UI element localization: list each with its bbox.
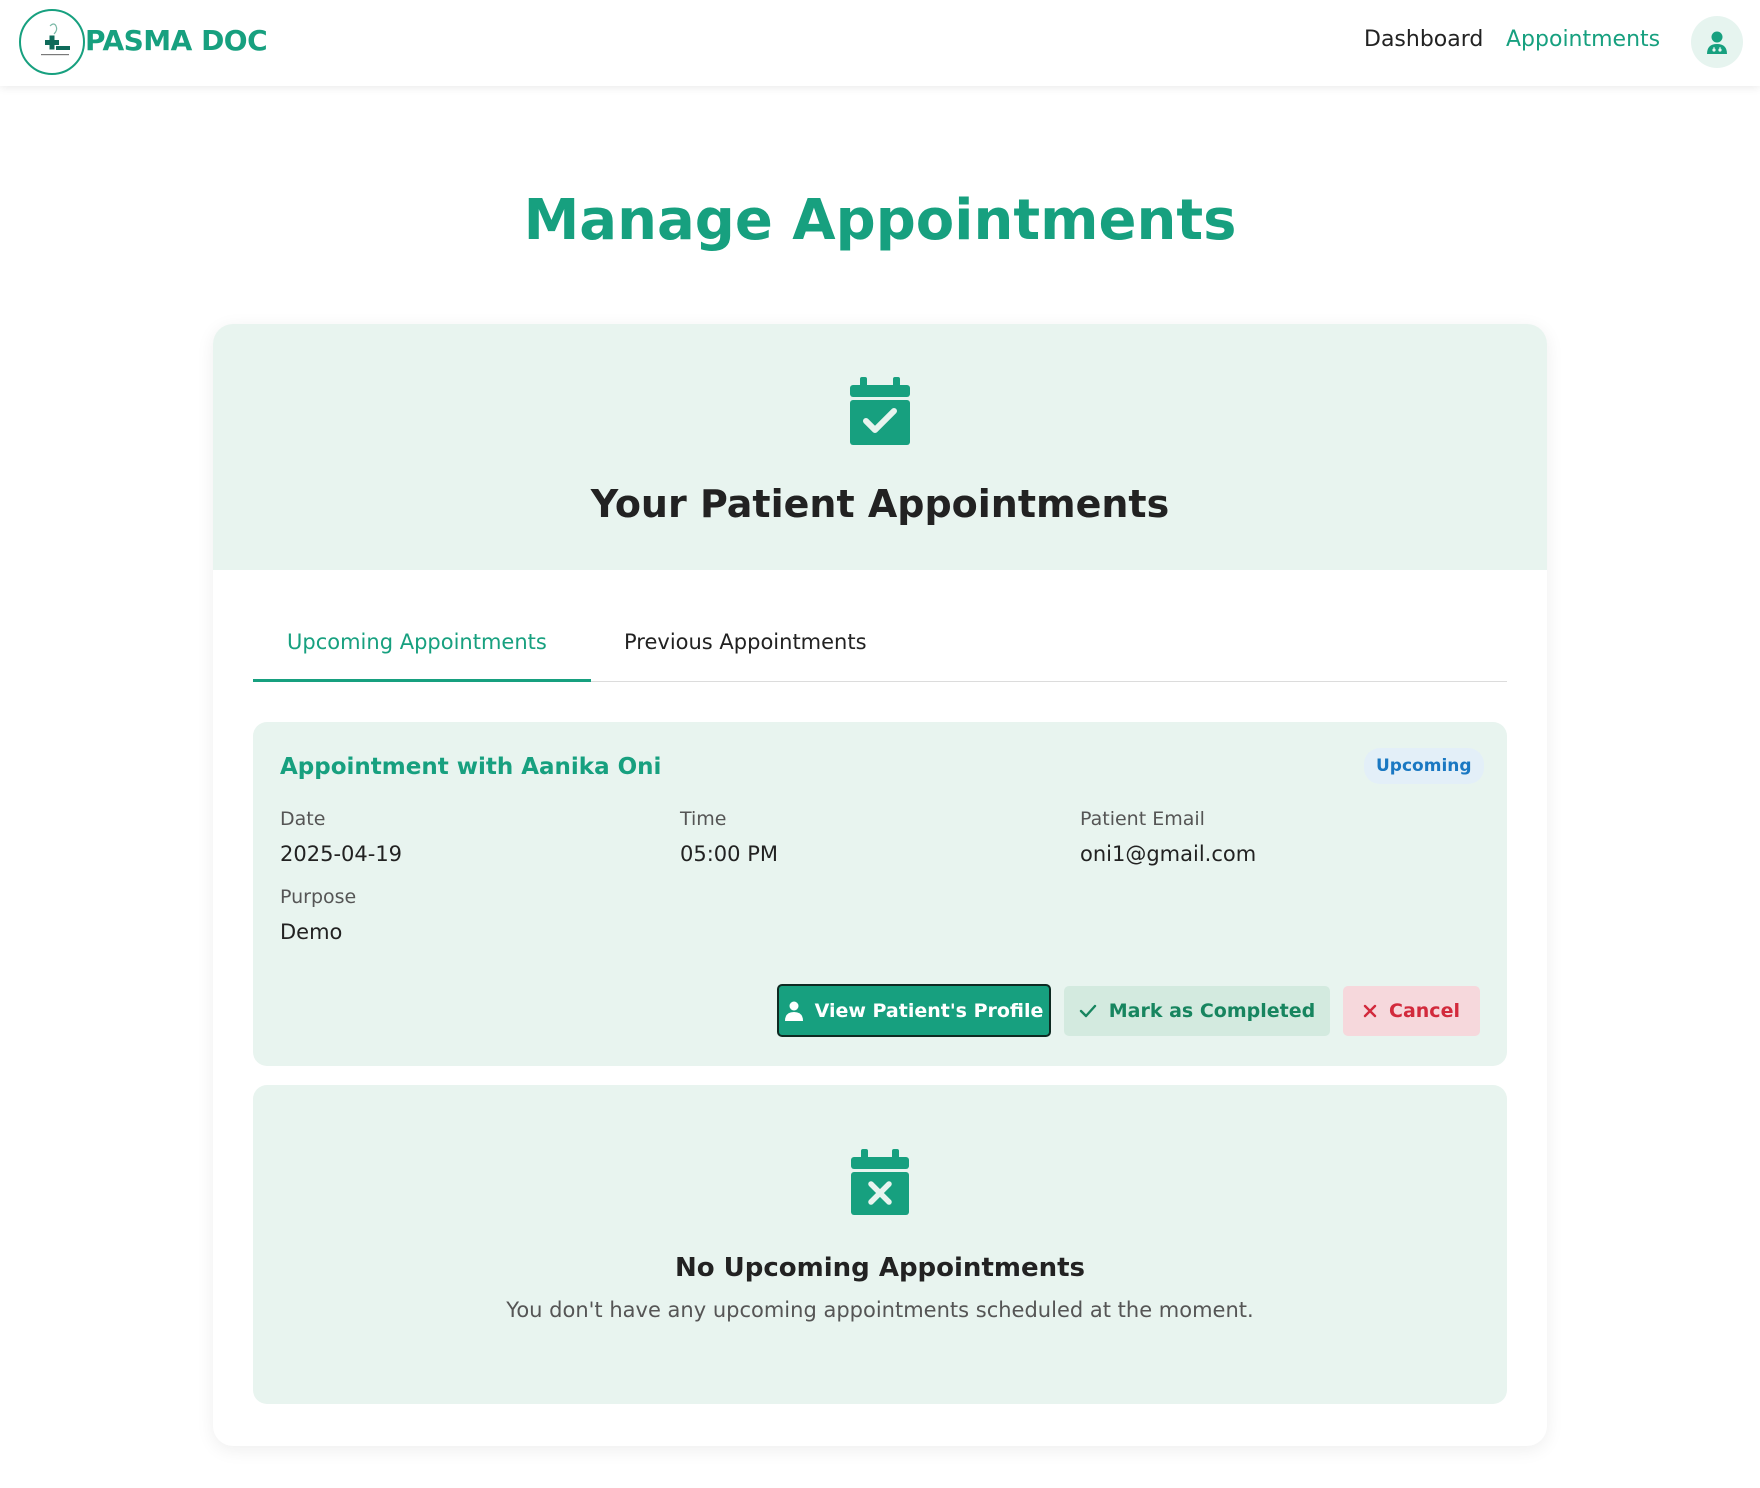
time-label: Time xyxy=(680,808,727,830)
cancel-button[interactable]: Cancel xyxy=(1343,986,1480,1036)
doctor-icon xyxy=(1707,31,1727,54)
purpose-label: Purpose xyxy=(280,886,357,908)
medical-cross-logo-icon xyxy=(41,23,70,56)
email-value: oni1@gmail.com xyxy=(1080,842,1257,866)
view-patient-profile-label: View Patient's Profile xyxy=(814,999,1044,1022)
view-patient-profile-button[interactable]: View Patient's Profile xyxy=(777,984,1051,1037)
empty-state-message: You don't have any upcoming appointments… xyxy=(506,1298,1254,1322)
tab-upcoming[interactable]: Upcoming Appointments xyxy=(287,630,547,654)
purpose-value: Demo xyxy=(280,920,343,944)
cancel-label: Cancel xyxy=(1389,1000,1460,1022)
avatar[interactable] xyxy=(1691,16,1743,68)
email-label: Patient Email xyxy=(1080,808,1205,830)
nav-appointments[interactable]: Appointments xyxy=(1506,27,1660,52)
logo[interactable] xyxy=(19,9,85,75)
date-label: Date xyxy=(280,808,326,830)
card-header: Your Patient Appointments xyxy=(213,324,1547,570)
page-title: Manage Appointments xyxy=(523,188,1237,253)
appointment-card: Appointment with Aanika Oni Upcoming Dat… xyxy=(253,722,1507,1066)
active-tab-indicator xyxy=(253,679,591,682)
card-header-title: Your Patient Appointments xyxy=(590,482,1170,526)
appointment-title: Appointment with Aanika Oni xyxy=(280,754,662,780)
mark-completed-label: Mark as Completed xyxy=(1108,1000,1316,1022)
close-icon xyxy=(1363,1004,1377,1018)
nav-dashboard[interactable]: Dashboard xyxy=(1364,27,1483,52)
tab-previous[interactable]: Previous Appointments xyxy=(624,630,867,654)
mark-completed-button[interactable]: Mark as Completed xyxy=(1064,986,1330,1036)
status-badge: Upcoming xyxy=(1364,748,1484,784)
user-icon xyxy=(784,1001,803,1021)
navbar: PASMA DOC Dashboard Appointments xyxy=(0,0,1760,86)
appointments-card: Your Patient Appointments Upcoming Appoi… xyxy=(213,324,1547,1446)
calendar-check-icon xyxy=(850,377,910,449)
date-value: 2025-04-19 xyxy=(280,842,403,866)
time-value: 05:00 PM xyxy=(680,842,778,866)
empty-state-title: No Upcoming Appointments xyxy=(674,1253,1086,1283)
brand-name[interactable]: PASMA DOC xyxy=(85,24,268,57)
empty-state-card: No Upcoming Appointments You don't have … xyxy=(253,1085,1507,1404)
calendar-x-icon xyxy=(851,1149,909,1219)
check-icon xyxy=(1079,1004,1096,1018)
